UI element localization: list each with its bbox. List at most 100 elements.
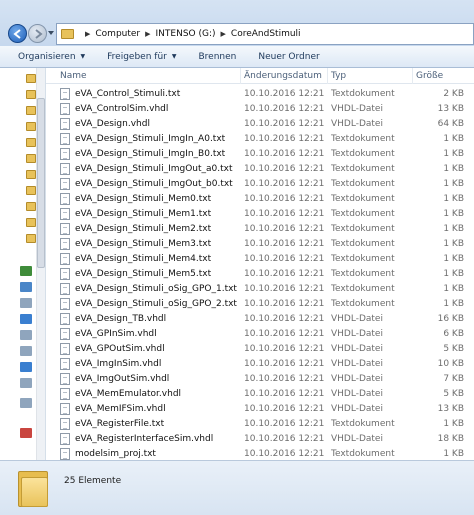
share-button[interactable]: Freigeben für ▼ — [107, 52, 176, 62]
burn-button[interactable]: Brennen — [198, 52, 236, 62]
file-name: eVA_Design_Stimuli_oSig_GPO_2.txt — [75, 299, 237, 309]
column-header-size[interactable]: Größe — [416, 71, 443, 81]
table-row[interactable]: eVA_MemEmulator.vhdl 10.10.2016 12:21 VHDL… — [46, 387, 474, 402]
column-divider[interactable] — [412, 68, 413, 84]
folder-icon[interactable] — [26, 90, 36, 99]
folder-icon — [61, 29, 74, 39]
file-type: VHDL-Datei — [331, 359, 383, 369]
folder-icon[interactable] — [26, 74, 36, 83]
folder-icon[interactable] — [26, 202, 36, 211]
file-date: 10.10.2016 12:21 — [244, 404, 325, 414]
file-size: 5 KB — [443, 389, 464, 399]
file-type: Textdokument — [331, 239, 395, 249]
file-size: 13 KB — [437, 104, 464, 114]
file-size: 1 KB — [443, 299, 464, 309]
folder-front-shape — [21, 477, 48, 507]
file-icon — [60, 403, 70, 415]
file-icon — [60, 313, 70, 325]
folder-icon[interactable] — [26, 170, 36, 179]
table-row[interactable]: eVA_Design_Stimuli_oSig_GPO_2.txt 10.10.2… — [46, 297, 474, 312]
table-row[interactable]: eVA_ImgInSim.vhdl 10.10.2016 12:21 VHDL-Da… — [46, 357, 474, 372]
breadcrumb-drive[interactable]: INTENSO (G:) — [156, 29, 216, 39]
computer-icon[interactable] — [20, 282, 32, 292]
table-row[interactable]: eVA_Design_Stimuli_ImgOut_a0.txt 10.10.20… — [46, 162, 474, 177]
table-row[interactable]: eVA_Design_Stimuli_oSig_GPO_1.txt 10.10.2… — [46, 282, 474, 297]
network-icon[interactable] — [20, 362, 32, 372]
column-header-date[interactable]: Änderungsdatum — [244, 71, 322, 81]
table-row[interactable]: eVA_Design_Stimuli_ImgOut_b0.txt 10.10.20… — [46, 177, 474, 192]
table-row[interactable]: eVA_GPOutSim.vhdl 10.10.2016 12:21 VHDL-Da… — [46, 342, 474, 357]
drive-icon[interactable] — [20, 378, 32, 388]
file-date: 10.10.2016 12:21 — [244, 89, 325, 99]
table-row[interactable]: eVA_Design_Stimuli_ImgIn_B0.txt 10.10.201… — [46, 147, 474, 162]
chevron-right-icon[interactable]: ▶ — [85, 30, 90, 38]
column-header-type[interactable]: Typ — [331, 71, 346, 81]
folder-icon[interactable] — [26, 138, 36, 147]
table-row[interactable]: eVA_Design_TB.vhdl 10.10.2016 12:21 VHDL-D… — [46, 312, 474, 327]
table-row[interactable]: eVA_RegisterFile.txt 10.10.2016 12:21 Text… — [46, 417, 474, 432]
file-size: 1 KB — [443, 449, 464, 459]
recent-pages-dropdown[interactable] — [48, 31, 54, 35]
table-row[interactable]: eVA_ControlSim.vhdl 10.10.2016 12:21 VHDL-… — [46, 102, 474, 117]
file-icon — [60, 103, 70, 115]
file-size: 1 KB — [443, 239, 464, 249]
column-divider[interactable] — [327, 68, 328, 84]
file-size: 1 KB — [443, 209, 464, 219]
forward-button[interactable] — [28, 24, 47, 43]
folder-icon[interactable] — [26, 122, 36, 131]
folder-icon[interactable] — [26, 218, 36, 227]
file-type: Textdokument — [331, 209, 395, 219]
table-row[interactable]: eVA_Design_Stimuli_ImgIn_A0.txt 10.10.201… — [46, 132, 474, 147]
table-row[interactable]: eVA_RegisterInterfaceSim.vhdl 10.10.2016 … — [46, 432, 474, 447]
table-row[interactable]: eVA_Design_Stimuli_Mem2.txt 10.10.2016 12… — [46, 222, 474, 237]
back-button[interactable] — [8, 24, 27, 43]
column-divider[interactable] — [240, 68, 241, 84]
breadcrumb-computer[interactable]: Computer — [95, 29, 140, 39]
file-name: eVA_MemEmulator.vhdl — [75, 389, 182, 399]
drive-icon[interactable] — [20, 428, 32, 438]
table-row[interactable]: eVA_Design_Stimuli_Mem5.txt 10.10.2016 12… — [46, 267, 474, 282]
nav-scrollbar-thumb[interactable] — [37, 98, 45, 268]
file-name: eVA_MemIFSim.vhdl — [75, 404, 166, 414]
file-type: Textdokument — [331, 179, 395, 189]
folder-icon[interactable] — [26, 186, 36, 195]
drive-icon[interactable] — [20, 314, 32, 324]
table-row[interactable]: eVA_ImgOutSim.vhdl 10.10.2016 12:21 VHDL-D… — [46, 372, 474, 387]
new-folder-button[interactable]: Neuer Ordner — [258, 52, 319, 62]
file-name: eVA_ImgOutSim.vhdl — [75, 374, 170, 384]
table-row[interactable]: eVA_Design.vhdl 10.10.2016 12:21 VHDL-Date… — [46, 117, 474, 132]
chevron-right-icon[interactable]: ▶ — [221, 30, 226, 38]
table-row[interactable]: eVA_MemIFSim.vhdl 10.10.2016 12:21 VHDL-Da… — [46, 402, 474, 417]
chevron-down-icon: ▼ — [171, 53, 177, 60]
table-row[interactable]: eVA_GPInSim.vhdl 10.10.2016 12:21 VHDL-Dat… — [46, 327, 474, 342]
drive-icon[interactable] — [20, 398, 32, 408]
folder-icon[interactable] — [26, 234, 36, 243]
arrow-right-icon — [35, 29, 43, 39]
organize-label: Organisieren — [18, 51, 76, 62]
column-header-name[interactable]: Name — [60, 71, 87, 81]
file-icon — [60, 118, 70, 130]
drive-icon[interactable] — [20, 330, 32, 340]
library-icon[interactable] — [20, 266, 32, 276]
file-date: 10.10.2016 12:21 — [244, 314, 325, 324]
file-size: 18 KB — [437, 434, 464, 444]
table-row[interactable]: eVA_Design_Stimuli_Mem0.txt 10.10.2016 12… — [46, 192, 474, 207]
file-name: eVA_RegisterInterfaceSim.vhdl — [75, 434, 214, 444]
file-size: 1 KB — [443, 224, 464, 234]
table-row[interactable]: eVA_Design_Stimuli_Mem1.txt 10.10.2016 12… — [46, 207, 474, 222]
folder-icon[interactable] — [26, 154, 36, 163]
breadcrumb-folder[interactable]: CoreAndStimuli — [231, 29, 301, 39]
drive-icon[interactable] — [20, 346, 32, 356]
table-row[interactable]: eVA_Control_Stimuli.txt 10.10.2016 12:21 T… — [46, 87, 474, 102]
drive-icon[interactable] — [20, 298, 32, 308]
chevron-right-icon[interactable]: ▶ — [145, 30, 150, 38]
file-name: eVA_Control_Stimuli.txt — [75, 89, 181, 99]
file-size: 2 KB — [443, 89, 464, 99]
navigation-pane[interactable] — [0, 68, 46, 460]
organize-button[interactable]: Organisieren ▼ — [18, 52, 85, 62]
folder-icon[interactable] — [26, 106, 36, 115]
file-name: eVA_Design.vhdl — [75, 119, 150, 129]
table-row[interactable]: eVA_Design_Stimuli_Mem3.txt 10.10.2016 12… — [46, 237, 474, 252]
address-box[interactable]: ▶ Computer ▶ INTENSO (G:) ▶ CoreAndStimu… — [56, 23, 474, 45]
table-row[interactable]: eVA_Design_Stimuli_Mem4.txt 10.10.2016 12… — [46, 252, 474, 267]
